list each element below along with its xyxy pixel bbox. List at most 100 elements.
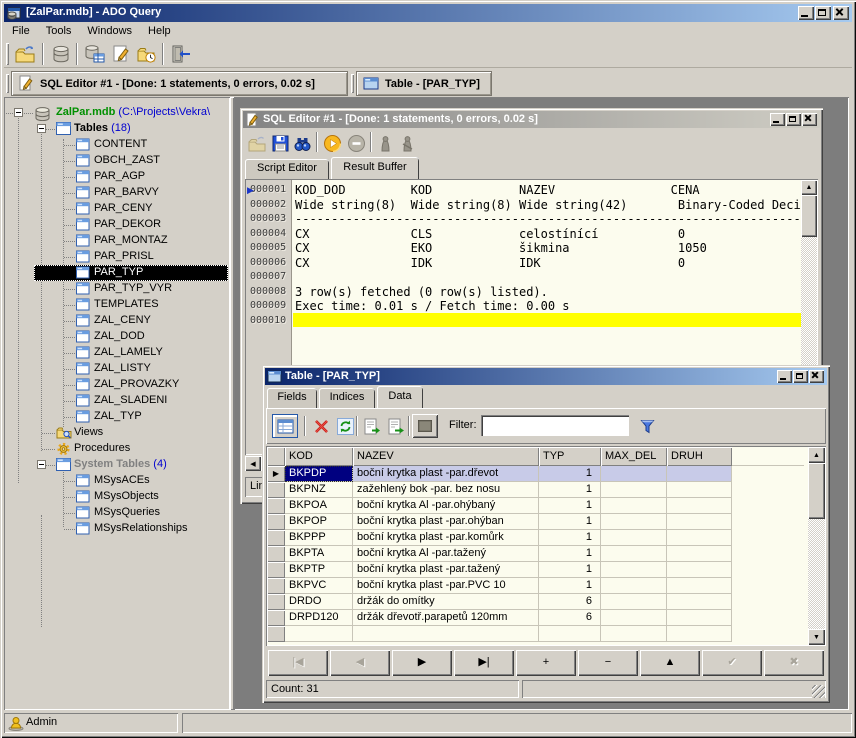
- grid-column-header-druh[interactable]: DRUH: [667, 447, 732, 466]
- grid-cell[interactable]: [667, 578, 732, 594]
- save-script-button[interactable]: [269, 131, 292, 155]
- grid-cell[interactable]: boční krytka Al -par.tažený: [353, 546, 539, 562]
- sql-editor-titlebar[interactable]: SQL Editor #1 - [Done: 1 statements, 0 e…: [243, 111, 820, 128]
- database-tables-button[interactable]: [82, 42, 108, 66]
- tree-expand-toggle[interactable]: [14, 108, 23, 117]
- tree-item-content[interactable]: CONTENT: [4, 137, 230, 153]
- tree-item-par-ceny[interactable]: PAR_CENY: [4, 201, 230, 217]
- row-selector[interactable]: [267, 498, 285, 514]
- menu-help[interactable]: Help: [140, 22, 179, 40]
- tab-sql-editor[interactable]: SQL Editor #1 - [Done: 1 statements, 0 e…: [11, 71, 348, 96]
- grid-cell[interactable]: DRPD120: [285, 610, 353, 626]
- menu-tools[interactable]: Tools: [38, 22, 80, 40]
- tree-item-par-agp[interactable]: PAR_AGP: [4, 169, 230, 185]
- grid-cell[interactable]: BKPTP: [285, 562, 353, 578]
- grid-cell[interactable]: boční krytka plast -par.dřevot: [353, 466, 539, 482]
- exit-button[interactable]: [168, 42, 194, 66]
- tree-item-templates[interactable]: TEMPLATES: [4, 297, 230, 313]
- row-selector[interactable]: [267, 530, 285, 546]
- grid-scroll-thumb[interactable]: [808, 463, 825, 519]
- apply-filter-button[interactable]: [634, 414, 660, 438]
- tree-item-zal-provazky[interactable]: ZAL_PROVAZKY: [4, 377, 230, 393]
- tree-item-zal-ceny[interactable]: ZAL_CENY: [4, 313, 230, 329]
- grid-cell[interactable]: boční krytka plast -par.komůrk: [353, 530, 539, 546]
- tree-item-par-barvy[interactable]: PAR_BARVY: [4, 185, 230, 201]
- grid-cell[interactable]: [667, 530, 732, 546]
- tree-item-par-prisl[interactable]: PAR_PRISL: [4, 249, 230, 265]
- grid-cell[interactable]: BKPPP: [285, 530, 353, 546]
- grid-column-header-typ[interactable]: TYP: [539, 447, 601, 466]
- window-resize-grip[interactable]: [812, 685, 825, 698]
- grid-cell[interactable]: BKPDP: [285, 466, 353, 482]
- find-button[interactable]: [291, 131, 314, 155]
- grid-cell[interactable]: 1: [539, 466, 601, 482]
- nav-delete-button[interactable]: −: [578, 650, 638, 676]
- grid-cell[interactable]: BKPTA: [285, 546, 353, 562]
- run-button[interactable]: [320, 131, 344, 155]
- grid-cell[interactable]: [667, 626, 732, 642]
- grid-cell[interactable]: [601, 498, 667, 514]
- grid-cell[interactable]: boční krytka plast -par.ohýban: [353, 514, 539, 530]
- row-selector[interactable]: [267, 562, 285, 578]
- grid-cell[interactable]: 6: [539, 594, 601, 610]
- scroll-up-button[interactable]: ▲: [801, 180, 817, 195]
- grid-column-header-max_del[interactable]: MAX_DEL: [601, 447, 667, 466]
- tree-item-par-typ[interactable]: PAR_TYP: [4, 265, 230, 281]
- grid-cell[interactable]: [353, 626, 539, 642]
- grid-cell[interactable]: [601, 466, 667, 482]
- tree-item-par-montaz[interactable]: PAR_MONTAZ: [4, 233, 230, 249]
- tree-item-obch-zast[interactable]: OBCH_ZAST: [4, 153, 230, 169]
- grid-cell[interactable]: 1: [539, 562, 601, 578]
- nav-insert-button[interactable]: +: [516, 650, 576, 676]
- grid-cell[interactable]: [601, 562, 667, 578]
- table-close-button[interactable]: [809, 370, 824, 383]
- refresh-button[interactable]: [332, 414, 358, 438]
- tab-script-editor[interactable]: Script Editor: [245, 159, 329, 179]
- maximize-button[interactable]: [815, 6, 831, 20]
- load-from-file-button[interactable]: [360, 414, 386, 438]
- grid-cell[interactable]: zažehlený bok -par. bez nosu: [353, 482, 539, 498]
- tree-item-par-typ-vyr[interactable]: PAR_TYP_VYR: [4, 281, 230, 297]
- grid-cell[interactable]: [667, 594, 732, 610]
- tab-indices[interactable]: Indices: [319, 388, 375, 408]
- tab-data[interactable]: Data: [377, 386, 423, 408]
- grid-cell[interactable]: boční krytka plast -par.PVC 10: [353, 578, 539, 594]
- show-grid-button[interactable]: [272, 414, 298, 438]
- grid-cell[interactable]: [601, 546, 667, 562]
- open-script-button[interactable]: [246, 131, 269, 155]
- tab-table-par-typ[interactable]: Table - [PAR_TYP]: [356, 71, 492, 96]
- tree-item-msysrelationships[interactable]: MSysRelationships: [4, 521, 230, 537]
- close-button[interactable]: [833, 6, 849, 20]
- row-selector[interactable]: [267, 546, 285, 562]
- sql-maximize-button[interactable]: [786, 113, 801, 126]
- sql-close-button[interactable]: [802, 113, 817, 126]
- grid-cell[interactable]: 1: [539, 530, 601, 546]
- grid-scroll-up-button[interactable]: ▲: [808, 447, 825, 463]
- tree-item-zalpar-mdb[interactable]: ZalPar.mdb (C:\Projects\Vekra\: [4, 105, 230, 121]
- grid-cell[interactable]: 1: [539, 498, 601, 514]
- tree-item-zal-listy[interactable]: ZAL_LISTY: [4, 361, 230, 377]
- minimize-button[interactable]: [798, 6, 814, 20]
- row-selector[interactable]: [267, 610, 285, 626]
- nav-prior-button[interactable]: ◀: [330, 650, 390, 676]
- toolbar-grip[interactable]: [6, 43, 9, 65]
- grid-cell[interactable]: [601, 482, 667, 498]
- tree-item-zal-typ[interactable]: ZAL_TYP: [4, 409, 230, 425]
- row-selector[interactable]: [267, 514, 285, 530]
- grid-cell[interactable]: držák do omítky: [353, 594, 539, 610]
- tree-item-zal-dod[interactable]: ZAL_DOD: [4, 329, 230, 345]
- tree-expand-toggle[interactable]: [37, 124, 46, 133]
- grid-cell[interactable]: [601, 610, 667, 626]
- menu-file[interactable]: File: [4, 22, 38, 40]
- grid-column-header-nazev[interactable]: NAZEV: [353, 447, 539, 466]
- row-selector[interactable]: [267, 626, 285, 642]
- grid-vscrollbar[interactable]: ▲ ▼: [808, 447, 825, 645]
- grid-cell[interactable]: DRDO: [285, 594, 353, 610]
- tree-item-views[interactable]: Views: [4, 425, 230, 441]
- nav-edit-button[interactable]: ▲: [640, 650, 700, 676]
- row-selector[interactable]: [267, 594, 285, 610]
- grid-cell[interactable]: [601, 530, 667, 546]
- scroll-thumb[interactable]: [801, 195, 817, 237]
- grid-cell[interactable]: [667, 482, 732, 498]
- grid-cell[interactable]: [601, 626, 667, 642]
